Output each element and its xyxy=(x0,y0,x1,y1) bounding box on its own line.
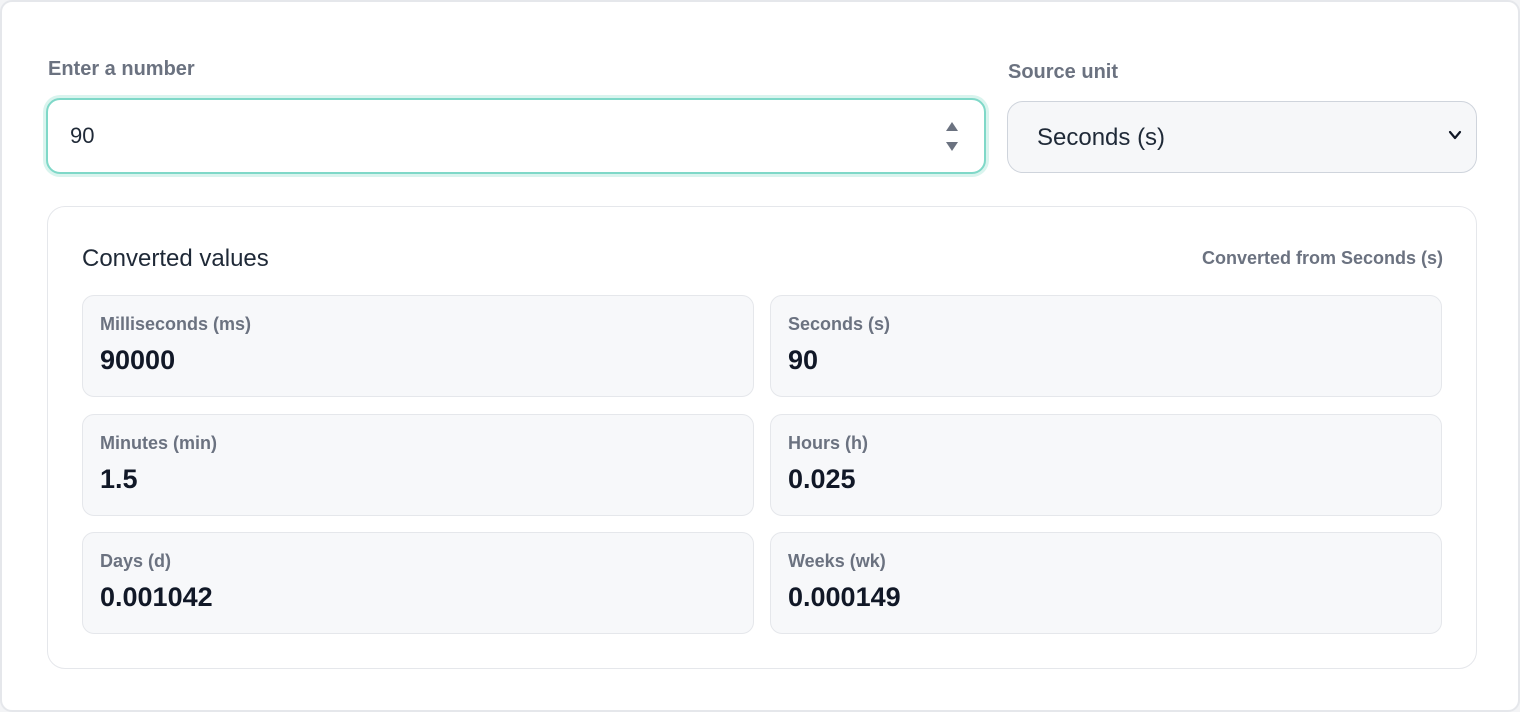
result-unit-label: Milliseconds (ms) xyxy=(100,314,252,334)
result-value: 90000 xyxy=(100,345,176,375)
spin-down-icon[interactable] xyxy=(946,142,958,151)
result-unit-label: Seconds (s) xyxy=(788,314,891,334)
result-value: 0.001042 xyxy=(100,582,213,612)
results-panel: Converted values Converted from Seconds … xyxy=(47,206,1477,669)
spin-up-icon[interactable] xyxy=(946,122,958,131)
number-input-label: Enter a number xyxy=(48,58,195,80)
result-value: 0.025 xyxy=(788,464,856,494)
result-card: Days (d) 0.001042 xyxy=(82,532,754,634)
chevron-down-icon xyxy=(1448,130,1462,140)
converter-frame: Enter a number Source unit Seconds (s) C… xyxy=(0,0,1520,712)
result-unit-label: Minutes (min) xyxy=(100,433,217,453)
result-unit-label: Weeks (wk) xyxy=(788,551,886,571)
result-card: Weeks (wk) 0.000149 xyxy=(770,532,1442,634)
source-unit-selected: Seconds (s) xyxy=(1037,124,1166,151)
number-spinner[interactable] xyxy=(946,118,960,156)
result-unit-label: Hours (h) xyxy=(788,433,868,453)
result-value: 0.000149 xyxy=(788,582,901,612)
result-unit-label: Days (d) xyxy=(100,551,172,571)
number-input-field[interactable] xyxy=(46,98,986,174)
number-input[interactable] xyxy=(70,100,930,172)
source-unit-label: Source unit xyxy=(1008,61,1119,83)
result-card: Minutes (min) 1.5 xyxy=(82,414,754,516)
results-source-note: Converted from Seconds (s) xyxy=(1201,248,1443,268)
source-unit-select[interactable]: Seconds (s) xyxy=(1007,101,1477,173)
results-title: Converted values xyxy=(82,245,269,272)
result-card: Milliseconds (ms) 90000 xyxy=(82,295,754,397)
result-card: Seconds (s) 90 xyxy=(770,295,1442,397)
result-value: 90 xyxy=(788,345,819,375)
result-value: 1.5 xyxy=(100,464,138,494)
result-card: Hours (h) 0.025 xyxy=(770,414,1442,516)
